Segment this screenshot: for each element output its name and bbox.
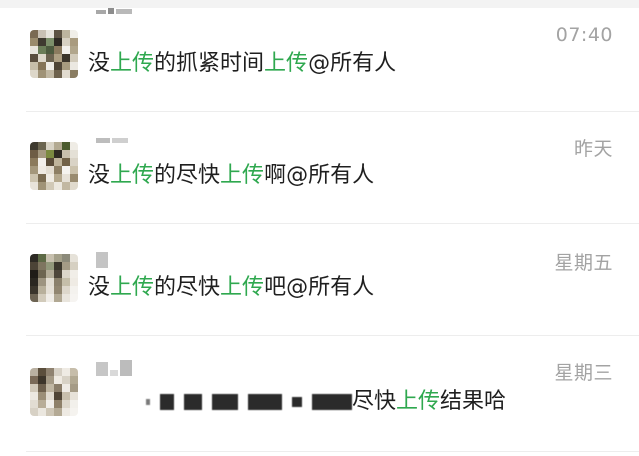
highlight-text: 上传	[220, 275, 265, 300]
chat-item[interactable]: 07:40 没上传的抓紧时间上传@所有人	[0, 8, 639, 112]
chat-time: 星期三	[554, 362, 613, 384]
highlight-text: 上传	[264, 51, 309, 76]
contact-name-redacted	[96, 138, 128, 143]
top-bar	[0, 0, 639, 8]
chat-item[interactable]: 星期三 尽快上传结果哈	[0, 336, 639, 452]
chat-list: 07:40 没上传的抓紧时间上传@所有人 昨天 没上传的尽快上传啊@所有人 星期…	[0, 8, 639, 452]
highlight-text: 上传	[396, 389, 441, 414]
chat-item[interactable]: 星期五 没上传的尽快上传吧@所有人	[0, 224, 639, 336]
chat-message: 没上传的尽快上传吧@所有人	[88, 275, 375, 300]
chat-time: 星期五	[554, 252, 613, 274]
contact-name-redacted	[96, 8, 132, 14]
avatar[interactable]	[30, 368, 78, 416]
avatar[interactable]	[30, 30, 78, 78]
highlight-text: 上传	[110, 275, 155, 300]
redacted-text	[184, 394, 202, 410]
highlight-text: 上传	[110, 163, 155, 188]
redacted-text	[146, 399, 150, 405]
redacted-text	[312, 394, 352, 410]
highlight-text: 上传	[220, 163, 265, 188]
contact-name-redacted	[96, 252, 108, 268]
chat-message: 没上传的抓紧时间上传@所有人	[88, 51, 397, 76]
redacted-text	[160, 394, 174, 410]
chat-time: 07:40	[555, 24, 613, 46]
divider	[26, 451, 639, 452]
redacted-text	[248, 394, 282, 410]
redacted-text	[212, 394, 238, 410]
avatar[interactable]	[30, 254, 78, 302]
chat-message: 没上传的尽快上传啊@所有人	[88, 163, 375, 188]
contact-name-redacted	[96, 360, 132, 376]
highlight-text: 上传	[110, 51, 155, 76]
chat-message: 尽快上传结果哈	[146, 388, 506, 416]
redacted-text	[292, 397, 302, 407]
avatar[interactable]	[30, 142, 78, 190]
chat-item[interactable]: 昨天 没上传的尽快上传啊@所有人	[0, 112, 639, 224]
chat-time: 昨天	[573, 138, 613, 160]
